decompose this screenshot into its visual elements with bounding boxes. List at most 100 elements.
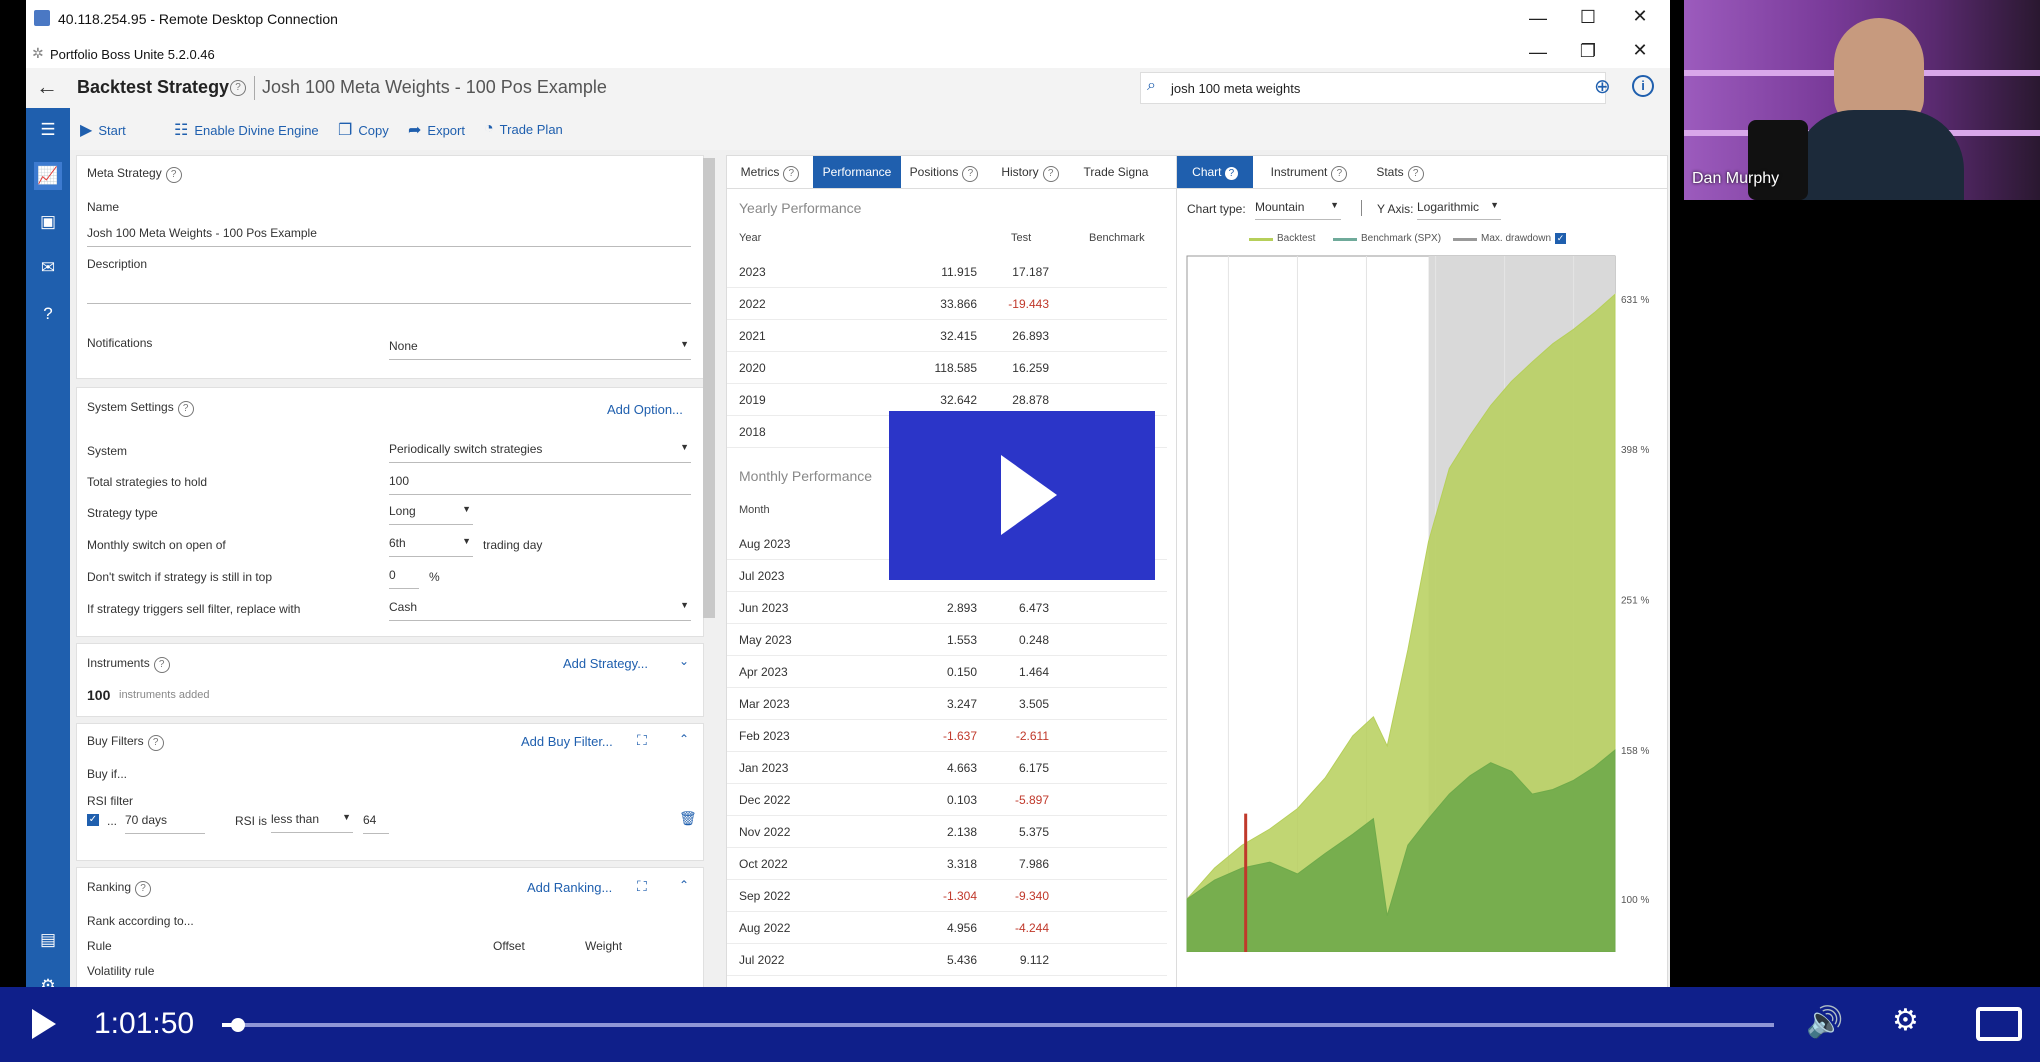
drawdown-checkbox[interactable]: ✓ (1555, 233, 1566, 244)
document-nav-icon[interactable]: ▤ (34, 926, 62, 954)
monthly-row-test: 3.318 (946, 857, 977, 871)
app-restore-icon[interactable]: ❐ (1573, 41, 1603, 62)
chevron-down-icon: ▼ (342, 812, 351, 822)
volume-icon[interactable]: 🔊 (1806, 1005, 1843, 1040)
page-title: Backtest Strategy (77, 77, 230, 97)
help-icon: ? (962, 166, 979, 182)
notifications-nav-icon[interactable]: ✉ (34, 254, 62, 282)
yearly-row: 2022 33.866 -19.443 (727, 288, 1167, 320)
y-axis-select[interactable]: Logarithmic ▼ (1417, 200, 1501, 220)
video-player[interactable]: 40.118.254.95 - Remote Desktop Connectio… (0, 0, 2040, 1062)
help-icon[interactable]: ? (230, 80, 246, 96)
app-close-icon[interactable]: ✕ (1625, 40, 1655, 61)
add-ranking-button[interactable]: Add Ranking... (527, 880, 612, 895)
menu-icon[interactable]: ☰ (34, 116, 62, 144)
monthly-row-label: Oct 2022 (739, 857, 788, 871)
performance-tabs: Metrics? Performance Positions? History?… (727, 156, 1197, 189)
search-box[interactable]: ⌕ josh 100 meta weights (1140, 72, 1606, 104)
yearly-row: 2023 11.915 17.187 (727, 256, 1167, 288)
search-input[interactable]: josh 100 meta weights (1171, 81, 1300, 96)
chevron-down-icon: ▼ (680, 339, 689, 349)
yearly-row-label: 2023 (739, 265, 766, 279)
add-strategy-button[interactable]: Add Strategy... (563, 656, 648, 671)
video-progress-track[interactable] (222, 1018, 1774, 1032)
delete-icon[interactable]: 🗑 (679, 810, 697, 827)
tab-history[interactable]: History? (987, 156, 1073, 188)
app-minimize-icon[interactable]: — (1523, 42, 1553, 63)
system-select[interactable]: Periodically switch strategies ▼ (389, 442, 691, 463)
dont-switch-input[interactable]: 0 (389, 568, 419, 589)
monthly-row-benchmark: -2.611 (1015, 729, 1049, 743)
rsi-days-input[interactable]: 70 days (125, 813, 205, 834)
left-nav: ☰ 📈 ▣ ✉ ? ▤ ⚙ (26, 108, 70, 1062)
tab-stats[interactable]: Stats? (1365, 156, 1435, 188)
monthly-row: Feb 2023 -1.637 -2.611 (727, 720, 1167, 752)
app-header: ← Backtest Strategy ? Josh 100 Meta Weig… (26, 68, 1670, 109)
tab-instrument[interactable]: Instrument? (1259, 156, 1359, 188)
y-tick-label: 158 % (1621, 746, 1649, 757)
monthly-row-label: Mar 2023 (739, 697, 790, 711)
description-label: Description (87, 257, 148, 271)
info-icon[interactable]: i (1632, 75, 1654, 97)
chart-type-select[interactable]: Mountain ▼ (1255, 200, 1341, 220)
maximize-icon[interactable]: ☐ (1573, 7, 1603, 28)
start-button[interactable]: ▶ Start (80, 120, 126, 140)
play-overlay[interactable] (889, 411, 1155, 580)
tab-performance[interactable]: Performance (813, 156, 901, 188)
video-progress-handle[interactable] (230, 1018, 245, 1032)
yearly-row: 2021 32.415 26.893 (727, 320, 1167, 352)
sliders-icon: ☷ (174, 122, 189, 139)
name-input[interactable]: Josh 100 Meta Weights - 100 Pos Example (87, 226, 691, 247)
monthly-row-test: 4.663 (946, 761, 977, 775)
help-icon: ? (783, 166, 800, 182)
yearly-row-benchmark: 17.187 (1012, 265, 1049, 279)
chevron-up-icon[interactable]: ⌃ (679, 878, 689, 892)
monthly-row-benchmark: -4.244 (1014, 921, 1049, 935)
folder-nav-icon[interactable]: ▣ (34, 208, 62, 236)
monthly-row-benchmark: 1.464 (1018, 665, 1049, 679)
globe-icon[interactable]: ⊕ (1594, 74, 1611, 99)
description-input[interactable] (87, 302, 691, 304)
add-buy-filter-button[interactable]: Add Buy Filter... (521, 734, 613, 749)
notifications-select[interactable]: None ▼ (389, 339, 691, 360)
help-nav-icon[interactable]: ? (34, 300, 62, 328)
monthly-row-benchmark: 6.175 (1018, 761, 1049, 775)
copy-button[interactable]: ❐ Copy (338, 120, 389, 140)
tab-trade-signals[interactable]: Trade Signa (1073, 156, 1159, 188)
rsi-threshold-input[interactable]: 64 (363, 813, 389, 834)
enable-divine-engine-button[interactable]: ☷ Enable Divine Engine (174, 120, 319, 140)
trade-plan-button[interactable]: ◔ Trade Plan (484, 120, 563, 138)
back-arrow-icon[interactable]: ← (36, 74, 58, 100)
performance-chart[interactable]: 631 %398 %251 %158 %100 %018201820192020… (1177, 252, 1667, 952)
bookmark-off-icon[interactable]: ⛶ (637, 878, 647, 895)
tab-metrics[interactable]: Metrics? (727, 156, 813, 188)
help-icon: ? (1407, 166, 1424, 182)
chevron-up-icon[interactable]: ⌃ (679, 732, 689, 746)
bookmark-off-icon[interactable]: ⛶ (637, 732, 647, 749)
help-icon: ? (1331, 166, 1348, 182)
rsi-filter-checkbox[interactable]: ✓ (87, 814, 99, 826)
export-button[interactable]: ➦ Export (408, 120, 465, 140)
toolbar: ▶ Start ☷ Enable Divine Engine ❐ Copy ➦ Expo… (70, 108, 1670, 150)
help-icon: ? (153, 657, 170, 673)
minimize-icon[interactable]: — (1523, 8, 1553, 29)
add-option-button[interactable]: Add Option... (607, 402, 683, 417)
tab-positions[interactable]: Positions? (901, 156, 987, 188)
play-button[interactable] (32, 1009, 56, 1039)
fullscreen-icon[interactable] (1976, 1007, 2022, 1041)
total-strategies-input[interactable]: 100 (389, 474, 691, 495)
close-icon[interactable]: ✕ (1625, 6, 1655, 27)
chevron-down-icon[interactable]: ⌄ (679, 654, 689, 668)
settings-icon[interactable]: ⚙ (1892, 1003, 1919, 1038)
sell-filter-select[interactable]: Cash ▼ (389, 600, 691, 621)
year-column-header: Year (739, 232, 762, 244)
rsi-operator-select[interactable]: less than ▼ (271, 812, 353, 833)
chevron-down-icon: ▼ (462, 504, 471, 514)
monthly-switch-select[interactable]: 6th ▼ (389, 536, 473, 557)
chart-nav-icon[interactable]: 📈 (34, 162, 62, 190)
config-scrollbar[interactable] (703, 158, 715, 618)
chevron-down-icon: ▼ (1490, 200, 1499, 210)
system-label: System (87, 444, 128, 458)
strategy-type-select[interactable]: Long ▼ (389, 504, 473, 525)
tab-chart[interactable]: Chart ? (1177, 156, 1253, 188)
